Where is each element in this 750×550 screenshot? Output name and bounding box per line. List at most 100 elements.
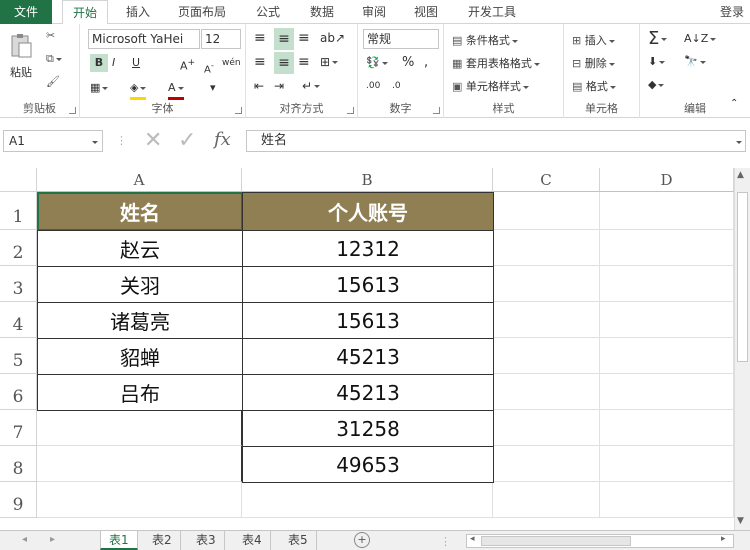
vertical-scroll-thumb[interactable]: [737, 192, 748, 362]
enter-icon[interactable]: ✓: [178, 128, 196, 153]
decrease-decimal-icon[interactable]: .0: [392, 78, 401, 94]
increase-decimal-icon[interactable]: .00: [366, 78, 380, 94]
table-cell-account[interactable]: 31258: [242, 410, 494, 447]
font-family-select[interactable]: Microsoft YaHei: [88, 29, 200, 49]
cell-c6[interactable]: [493, 374, 600, 410]
format-cells-button[interactable]: ▤ 格式: [572, 78, 616, 94]
file-tab[interactable]: 文件: [0, 0, 52, 24]
scroll-left-icon[interactable]: ◂: [470, 534, 475, 544]
scroll-right-icon[interactable]: ▸: [721, 534, 726, 544]
table-cell-account[interactable]: 45213: [242, 374, 494, 411]
align-right-icon[interactable]: ≡: [298, 54, 310, 70]
cell-d5[interactable]: [600, 338, 734, 374]
number-launcher-icon[interactable]: [433, 107, 440, 114]
alignment-launcher-icon[interactable]: [347, 107, 354, 114]
scroll-up-icon[interactable]: ▲: [737, 170, 744, 180]
tab-developer[interactable]: 开发工具: [468, 0, 516, 24]
tab-home[interactable]: 开始: [62, 0, 109, 25]
tab-formulas[interactable]: 公式: [256, 0, 280, 24]
font-size-select[interactable]: 12: [201, 29, 241, 49]
increase-font-icon[interactable]: A+: [180, 54, 195, 76]
table-cell-name[interactable]: 诸葛亮: [37, 302, 243, 339]
decrease-indent-icon[interactable]: ⇤: [254, 78, 264, 94]
row-header-6[interactable]: 6: [0, 374, 37, 410]
worksheet-grid[interactable]: A B C D 1 2 3 4 5 6 7 8 9 姓名 个人账号 赵云 关羽 …: [0, 168, 734, 530]
cell-c9[interactable]: [493, 482, 600, 518]
tab-view[interactable]: 视图: [414, 0, 438, 24]
clear-icon[interactable]: ◆: [648, 78, 665, 91]
cell-c1[interactable]: [493, 192, 600, 230]
table-cell-account[interactable]: 15613: [242, 266, 494, 303]
scroll-down-icon[interactable]: ▼: [737, 516, 744, 526]
cell-d3[interactable]: [600, 266, 734, 302]
align-center-icon[interactable]: ≡: [274, 52, 294, 74]
cell-d1[interactable]: [600, 192, 734, 230]
phonetic-button[interactable]: wén: [222, 54, 241, 72]
table-cell-account[interactable]: 15613: [242, 302, 494, 339]
font-color-icon[interactable]: A: [168, 79, 184, 100]
cell-styles-button[interactable]: ▣ 单元格样式: [452, 78, 529, 94]
cell-c5[interactable]: [493, 338, 600, 374]
format-as-table-button[interactable]: ▦ 套用表格格式: [452, 55, 540, 71]
fill-color-icon[interactable]: ◈: [130, 79, 147, 100]
row-header-8[interactable]: 8: [0, 446, 37, 482]
cell-c4[interactable]: [493, 302, 600, 338]
format-painter-icon[interactable]: 🖌: [46, 75, 60, 88]
cell-c8[interactable]: [493, 446, 600, 482]
table-cell-name[interactable]: [37, 446, 242, 482]
table-header-name[interactable]: 姓名: [37, 192, 243, 231]
tab-page-layout[interactable]: 页面布局: [178, 0, 226, 24]
delete-cells-button[interactable]: ⊟ 删除: [572, 55, 615, 71]
conditional-format-button[interactable]: ▤ 条件格式: [452, 32, 518, 48]
table-cell-account[interactable]: 45213: [242, 338, 494, 375]
align-top-icon[interactable]: ≡: [254, 30, 266, 46]
column-header-c[interactable]: C: [493, 168, 600, 192]
row-header-5[interactable]: 5: [0, 338, 37, 374]
cell-c2[interactable]: [493, 230, 600, 266]
italic-button[interactable]: I: [112, 54, 115, 72]
orientation-icon[interactable]: ab↗: [320, 30, 345, 46]
currency-icon[interactable]: 💱: [366, 55, 388, 71]
tab-data[interactable]: 数据: [310, 0, 334, 24]
cell-d2[interactable]: [600, 230, 734, 266]
copy-icon[interactable]: ⧉: [46, 52, 62, 66]
table-cell-account[interactable]: 12312: [242, 230, 494, 267]
add-sheet-icon[interactable]: +: [354, 532, 370, 548]
align-left-icon[interactable]: ≡: [254, 54, 266, 70]
table-cell-name[interactable]: 吕布: [37, 374, 243, 411]
wrap-text-icon[interactable]: ↵: [302, 78, 321, 94]
horizontal-scrollbar[interactable]: ◂ ▸: [466, 534, 734, 548]
sheet-tab-3[interactable]: 表3: [188, 531, 225, 550]
row-header-3[interactable]: 3: [0, 266, 37, 302]
tab-review[interactable]: 审阅: [362, 0, 386, 24]
next-sheet-icon[interactable]: ▸: [50, 534, 55, 545]
name-box[interactable]: A1: [3, 130, 103, 152]
row-header-7[interactable]: 7: [0, 410, 37, 446]
tab-insert[interactable]: 插入: [126, 0, 150, 24]
increase-indent-icon[interactable]: ⇥: [274, 78, 284, 94]
row-header-9[interactable]: 9: [0, 482, 37, 518]
cell-c7[interactable]: [493, 410, 600, 446]
fill-icon[interactable]: ⬇: [648, 55, 666, 68]
cancel-icon[interactable]: ✕: [144, 128, 162, 153]
row-header-1[interactable]: 1: [0, 192, 37, 230]
insert-cells-button[interactable]: ⊞ 插入: [572, 32, 615, 48]
prev-sheet-icon[interactable]: ◂: [22, 534, 27, 545]
paste-button[interactable]: 粘贴: [10, 64, 32, 80]
table-cell-name[interactable]: 关羽: [37, 266, 243, 303]
clipboard-launcher-icon[interactable]: [69, 107, 76, 114]
autosum-button[interactable]: Σ: [648, 28, 668, 50]
bold-button[interactable]: B: [90, 54, 108, 72]
decrease-font-icon[interactable]: A-: [204, 56, 214, 79]
table-cell-account[interactable]: 49653: [242, 446, 494, 483]
login-link[interactable]: 登录: [720, 0, 744, 24]
column-header-d[interactable]: D: [600, 168, 734, 192]
sheet-tab-5[interactable]: 表5: [280, 531, 317, 550]
column-header-a[interactable]: A: [37, 168, 242, 192]
paste-icon[interactable]: [8, 32, 36, 60]
cell-c3[interactable]: [493, 266, 600, 302]
cell-b9[interactable]: [242, 482, 493, 518]
align-bottom-icon[interactable]: ≡: [298, 30, 310, 46]
table-header-account[interactable]: 个人账号: [242, 192, 494, 231]
find-select-icon[interactable]: 🔭: [684, 55, 706, 68]
